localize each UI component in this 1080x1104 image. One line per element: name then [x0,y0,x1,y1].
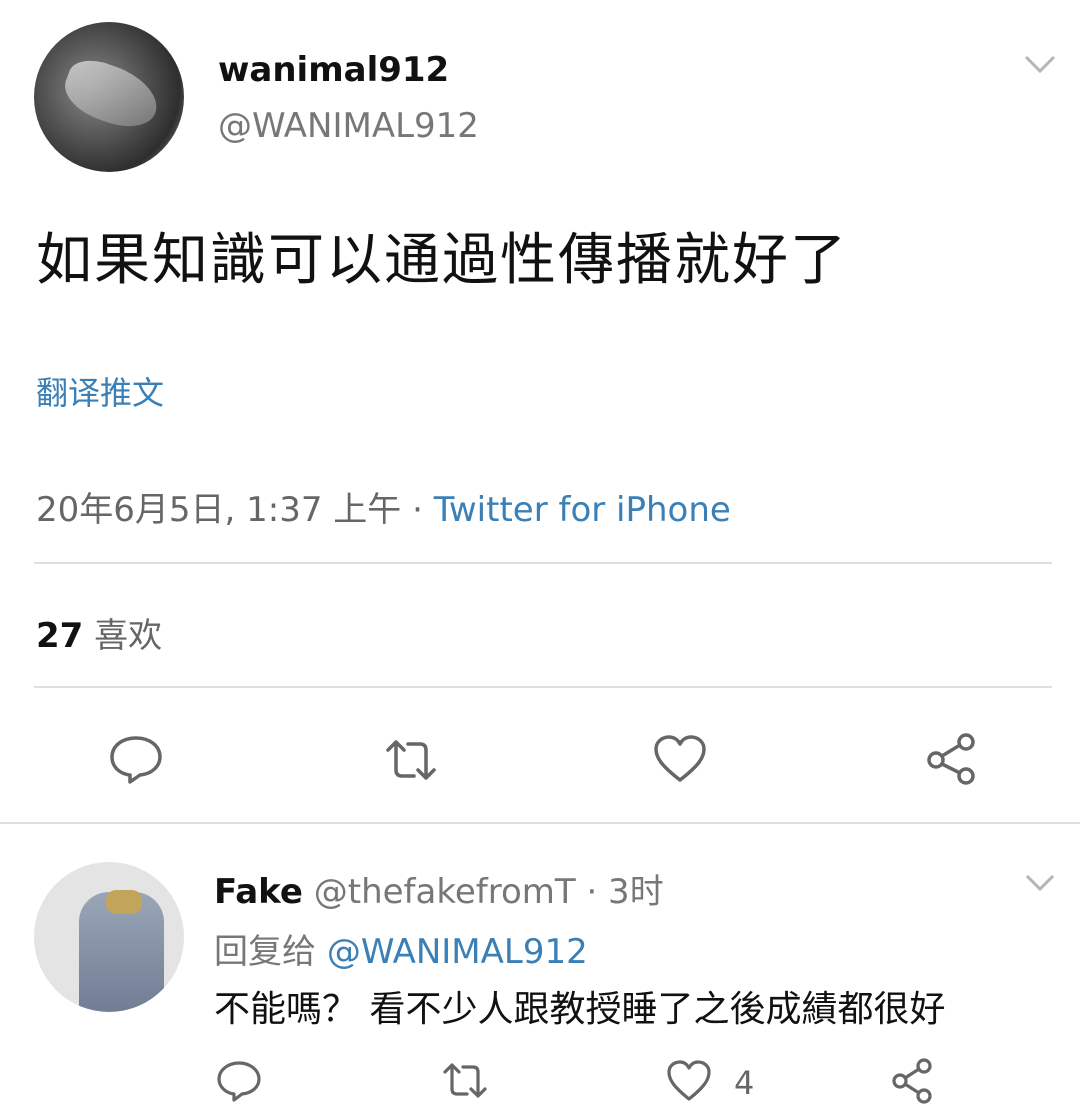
replying-to-label: 回复给 [214,932,327,972]
heart-icon[interactable] [666,1060,712,1102]
author-name[interactable]: wanimal912 [218,50,449,90]
share-icon[interactable] [924,732,980,786]
divider [34,562,1052,564]
replying-to: 回复给 @WANIMAL912 [214,924,588,973]
retweet-icon[interactable] [382,738,440,782]
reply-author-handle[interactable]: @thefakefromT · 3时 [303,872,664,912]
retweet-icon[interactable] [440,1062,490,1100]
tweet-text: 如果知識可以通過性傳播就好了 [36,228,848,293]
share-icon[interactable] [890,1058,936,1104]
chevron-down-icon[interactable] [1022,52,1058,76]
likes-count: 27 [36,616,84,656]
chevron-down-icon[interactable] [1024,872,1056,894]
author-avatar[interactable] [34,22,184,172]
reply-text: 不能嗎？ 看不少人跟教授睡了之後成績都很好 [214,989,946,1030]
tweet-source-link[interactable]: Twitter for iPhone [434,490,731,530]
author-handle[interactable]: @WANIMAL912 [218,106,479,146]
heart-icon[interactable] [652,734,708,784]
tweet-timestamp: 20年6月5日, 1:37 上午 · [36,490,434,530]
divider [34,686,1052,688]
likes-label: 喜欢 [83,616,163,656]
reply-like-count: 4 [734,1064,755,1102]
reply-icon[interactable] [216,1060,262,1102]
reply-icon[interactable] [108,734,164,784]
replying-to-handle[interactable]: @WANIMAL912 [327,932,588,972]
avatar-detail [106,890,142,914]
tweet-timestamp-line: 20年6月5日, 1:37 上午 · Twitter for iPhone [36,482,731,531]
avatar-image [57,52,166,137]
translate-tweet-link[interactable]: 翻译推文 [36,368,164,414]
section-divider [0,822,1080,824]
reply-author-name[interactable]: Fake [214,872,303,912]
reply-author-avatar[interactable] [34,862,184,1012]
likes-summary[interactable]: 27 喜欢 [36,608,162,657]
reply-header: Fake @thefakefromT · 3时 [214,864,664,913]
